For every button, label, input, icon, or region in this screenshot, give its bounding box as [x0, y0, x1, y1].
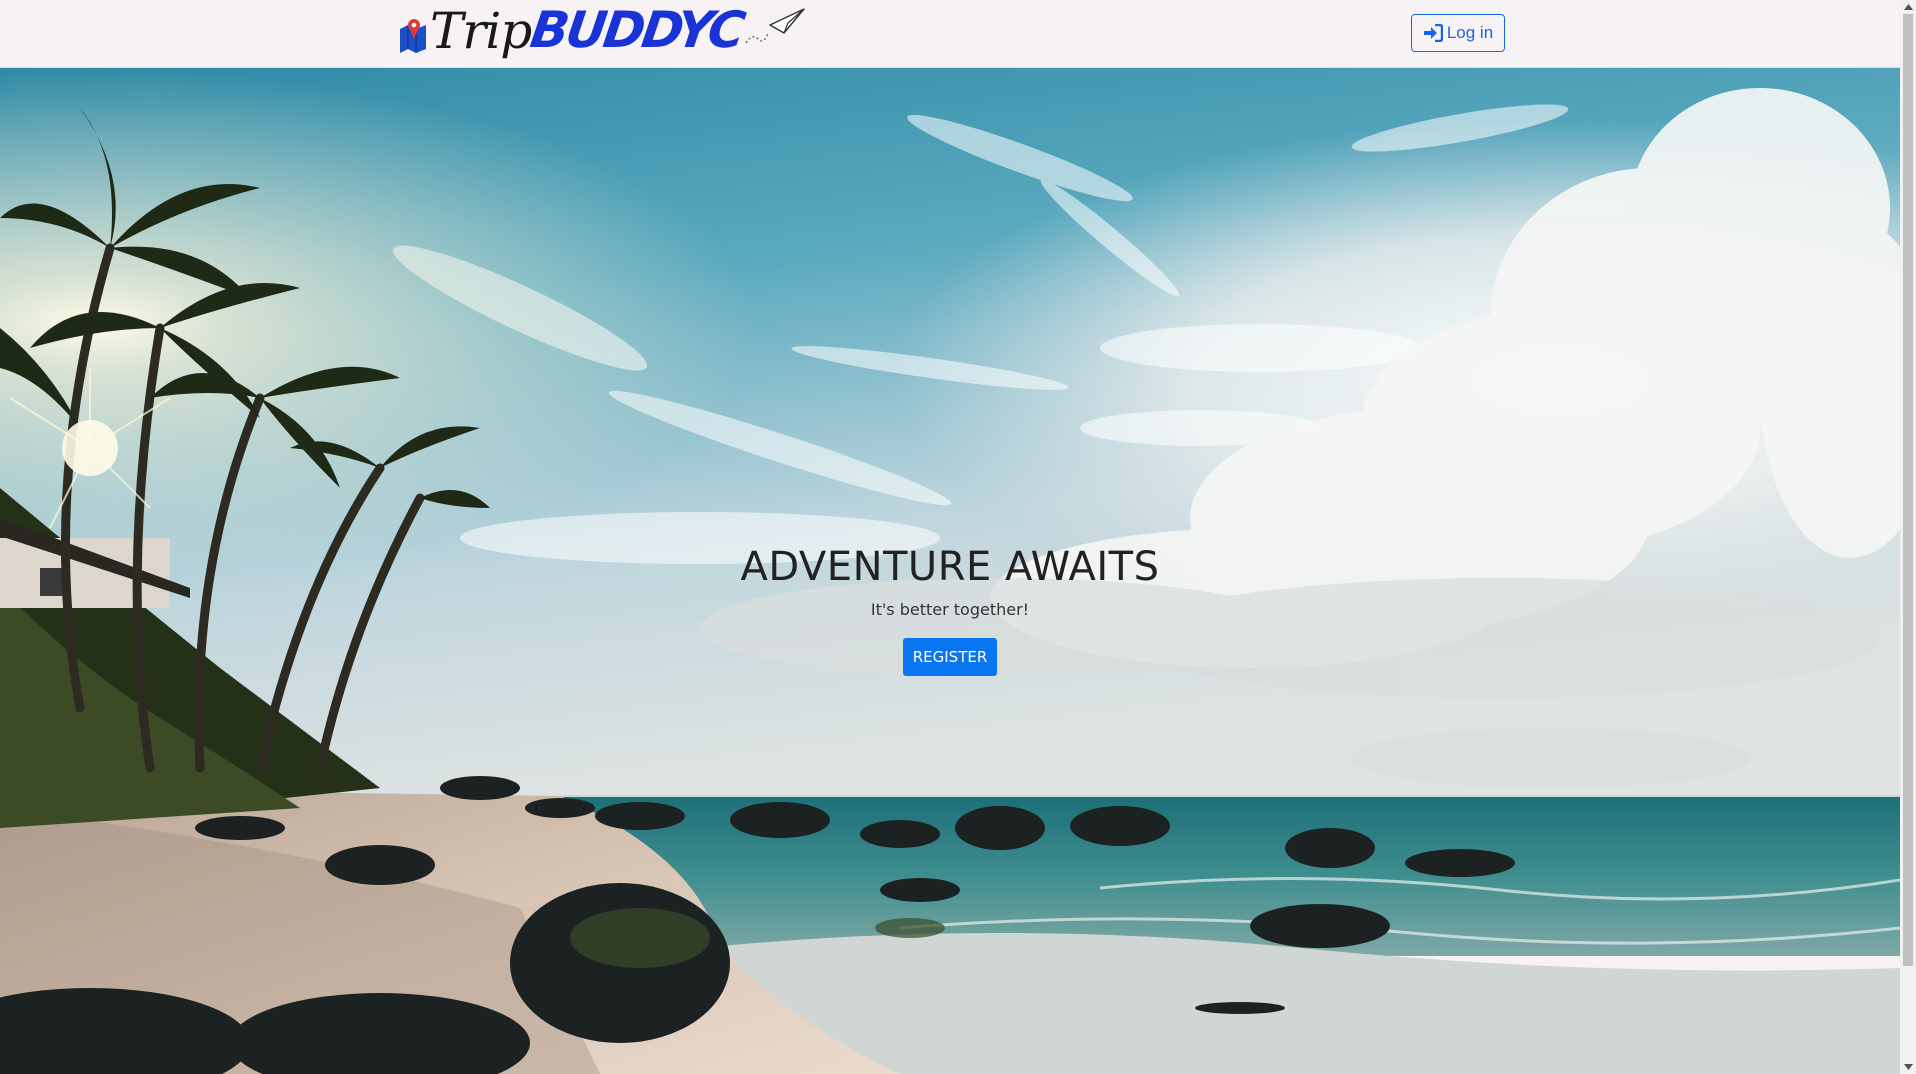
scroll-up-arrow-icon[interactable]	[1900, 0, 1916, 14]
hero-content: ADVENTURE AWAITS It's better together! R…	[0, 68, 1900, 1074]
paper-plane-icon	[745, 8, 805, 44]
brand-logo-link[interactable]: Trip BUDDYC	[398, 1, 806, 62]
login-button[interactable]: Log in	[1411, 14, 1505, 52]
hero-section: ADVENTURE AWAITS It's better together! R…	[0, 68, 1900, 1074]
register-button[interactable]: REGISTER	[903, 638, 997, 676]
brand-name-trip: Trip	[430, 2, 532, 60]
sign-in-icon	[1423, 24, 1443, 42]
hero-title: ADVENTURE AWAITS	[740, 544, 1160, 590]
scrollbar-thumb[interactable]	[1903, 14, 1913, 966]
hero-subtitle: It's better together!	[870, 600, 1030, 619]
vertical-scrollbar[interactable]	[1900, 0, 1916, 1074]
login-label: Log in	[1446, 23, 1494, 42]
brand-name-buddy: BUDDYC	[527, 1, 747, 59]
navbar: Trip BUDDYC Log in	[0, 0, 1900, 68]
scroll-down-arrow-icon[interactable]	[1900, 1060, 1916, 1074]
map-pin-icon	[400, 19, 426, 53]
